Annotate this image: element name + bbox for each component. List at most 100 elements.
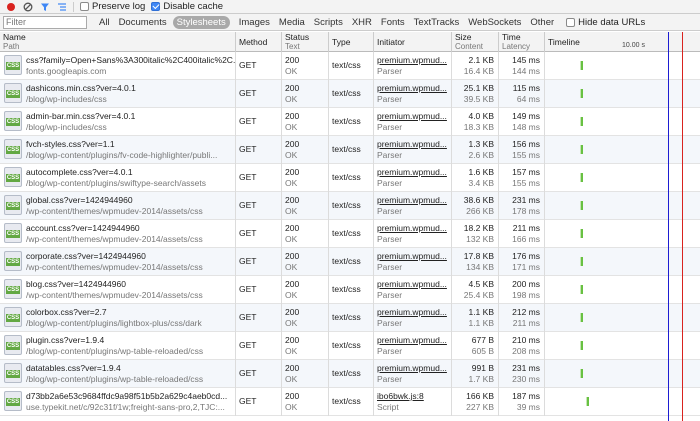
column-header-status[interactable]: Status Text: [282, 32, 329, 52]
initiator-link[interactable]: premium.wpmud...: [377, 363, 447, 373]
cell-initiator: premium.wpmud... Parser: [374, 276, 452, 304]
mime-type: text/css: [332, 228, 361, 238]
cell-method: GET: [236, 108, 282, 136]
request-time: 157 ms: [512, 167, 540, 177]
request-time: 156 ms: [512, 139, 540, 149]
initiator-link[interactable]: ibo6bwk.js:8: [377, 391, 424, 401]
filter-type-documents[interactable]: Documents: [119, 17, 167, 28]
content-size: 227 KB: [466, 402, 494, 412]
initiator-link[interactable]: premium.wpmud...: [377, 111, 447, 121]
request-name[interactable]: datatables.css?ver=1.9.4: [26, 363, 121, 373]
table-row[interactable]: CSS css?family=Open+Sans%3A300italic%2C40…: [0, 52, 700, 80]
request-name[interactable]: global.css?ver=1424944960: [26, 195, 133, 205]
filter-type-texttracks[interactable]: TextTracks: [414, 17, 460, 28]
table-row[interactable]: CSS plugin.css?ver=1.9.4/blog/wp-content/…: [0, 332, 700, 360]
cell-size: 25.1 KB 39.5 KB: [452, 80, 499, 108]
css-icon-label: CSS: [6, 230, 20, 238]
column-header-time[interactable]: Time Latency: [499, 32, 545, 52]
cell-type: text/css: [329, 52, 374, 80]
cell-time: 231 ms 230 ms: [499, 360, 545, 388]
cell-method: GET: [236, 304, 282, 332]
filter-type-xhr[interactable]: XHR: [352, 17, 372, 28]
request-method: GET: [239, 340, 257, 350]
request-path: /blog/wp-content/plugins/fv-code-highlig…: [26, 150, 218, 160]
cell-method: GET: [236, 52, 282, 80]
request-name[interactable]: corporate.css?ver=1424944960: [26, 251, 146, 261]
table-row[interactable]: CSS fvch-styles.css?ver=1.1/blog/wp-conte…: [0, 136, 700, 164]
request-latency: 166 ms: [512, 234, 540, 244]
column-header-method[interactable]: Method: [236, 32, 282, 52]
initiator-link[interactable]: premium.wpmud...: [377, 223, 447, 233]
table-row[interactable]: CSS admin-bar.min.css?ver=4.0.1/blog/wp-i…: [0, 108, 700, 136]
column-header-name[interactable]: Name Path: [0, 32, 236, 52]
initiator-link[interactable]: premium.wpmud...: [377, 167, 447, 177]
column-header-initiator[interactable]: Initiator: [374, 32, 452, 52]
filter-type-scripts[interactable]: Scripts: [314, 17, 343, 28]
view-toggle-button[interactable]: [55, 0, 68, 13]
filter-type-fonts[interactable]: Fonts: [381, 17, 405, 28]
preserve-log-checkbox[interactable]: [80, 2, 89, 11]
status-text: OK: [285, 94, 298, 104]
request-name[interactable]: plugin.css?ver=1.9.4: [26, 335, 104, 345]
content-size: 2.6 KB: [468, 150, 494, 160]
initiator-link[interactable]: premium.wpmud...: [377, 335, 447, 345]
content-size: 132 KB: [466, 234, 494, 244]
request-name[interactable]: fvch-styles.css?ver=1.1: [26, 139, 115, 149]
request-time: 211 ms: [512, 223, 540, 233]
initiator-link[interactable]: premium.wpmud...: [377, 83, 447, 93]
filter-input[interactable]: [3, 15, 87, 29]
table-row[interactable]: CSS global.css?ver=1424944960/wp-content/…: [0, 192, 700, 220]
filter-type-stylesheets[interactable]: Stylesheets: [172, 15, 230, 29]
status-text: OK: [285, 178, 298, 188]
request-name[interactable]: admin-bar.min.css?ver=4.0.1: [26, 111, 135, 121]
initiator-link[interactable]: premium.wpmud...: [377, 279, 447, 289]
initiator-link[interactable]: premium.wpmud...: [377, 251, 447, 261]
filter-type-other[interactable]: Other: [530, 17, 554, 28]
initiator-link[interactable]: premium.wpmud...: [377, 307, 447, 317]
request-name[interactable]: dashicons.min.css?ver=4.0.1: [26, 83, 136, 93]
table-row[interactable]: CSS d73bb2a6e53c9684ffdc9a98f51b5b2a629c4…: [0, 388, 700, 416]
filter-toggle-button[interactable]: [38, 0, 51, 13]
cell-size: 166 KB 227 KB: [452, 388, 499, 416]
status-code: 200: [285, 279, 300, 289]
table-row[interactable]: CSS blog.css?ver=1424944960/wp-content/th…: [0, 276, 700, 304]
clear-button[interactable]: [21, 0, 34, 13]
cell-size: 4.5 KB 25.4 KB: [452, 276, 499, 304]
request-time: 149 ms: [512, 111, 540, 121]
request-name[interactable]: colorbox.css?ver=2.7: [26, 307, 107, 317]
cell-size: 18.2 KB 132 KB: [452, 220, 499, 248]
filter-type-media[interactable]: Media: [279, 17, 305, 28]
css-file-icon: CSS: [4, 251, 22, 271]
filter-type-all[interactable]: All: [99, 17, 110, 28]
disable-cache-label: Disable cache: [163, 1, 224, 12]
status-code: 200: [285, 55, 300, 65]
initiator-link[interactable]: premium.wpmud...: [377, 195, 447, 205]
table-row[interactable]: CSS corporate.css?ver=1424944960/wp-conte…: [0, 248, 700, 276]
cell-initiator: premium.wpmud... Parser: [374, 220, 452, 248]
table-row[interactable]: CSS datatables.css?ver=1.9.4/blog/wp-cont…: [0, 360, 700, 388]
initiator-link[interactable]: premium.wpmud...: [377, 55, 447, 65]
filter-type-websockets[interactable]: WebSockets: [468, 17, 521, 28]
css-icon-label: CSS: [6, 90, 20, 98]
transfer-size: 25.1 KB: [463, 83, 494, 93]
column-header-type[interactable]: Type: [329, 32, 374, 52]
hide-data-urls-checkbox[interactable]: [566, 17, 576, 27]
request-name[interactable]: blog.css?ver=1424944960: [26, 279, 126, 289]
initiator-link[interactable]: premium.wpmud...: [377, 139, 447, 149]
clear-icon: [23, 2, 32, 11]
request-name[interactable]: autocomplete.css?ver=4.0.1: [26, 167, 133, 177]
request-name[interactable]: account.css?ver=1424944960: [26, 223, 140, 233]
record-button[interactable]: [4, 0, 17, 13]
timeline-bar: [580, 89, 583, 98]
column-header-size[interactable]: Size Content: [452, 32, 499, 52]
table-row[interactable]: CSS colorbox.css?ver=2.7/blog/wp-content/…: [0, 304, 700, 332]
table-row[interactable]: CSS account.css?ver=1424944960/wp-content…: [0, 220, 700, 248]
table-row[interactable]: CSS dashicons.min.css?ver=4.0.1/blog/wp-i…: [0, 80, 700, 108]
request-name[interactable]: css?family=Open+Sans%3A300italic%2C400it…: [26, 55, 235, 65]
cell-size: 1.3 KB 2.6 KB: [452, 136, 499, 164]
filter-type-images[interactable]: Images: [239, 17, 270, 28]
table-row[interactable]: CSS autocomplete.css?ver=4.0.1/blog/wp-co…: [0, 164, 700, 192]
request-name[interactable]: d73bb2a6e53c9684ffdc9a98f51b5b2a629c4aeb…: [26, 391, 227, 401]
disable-cache-checkbox[interactable]: [151, 2, 161, 11]
transfer-size: 38.6 KB: [463, 195, 494, 205]
